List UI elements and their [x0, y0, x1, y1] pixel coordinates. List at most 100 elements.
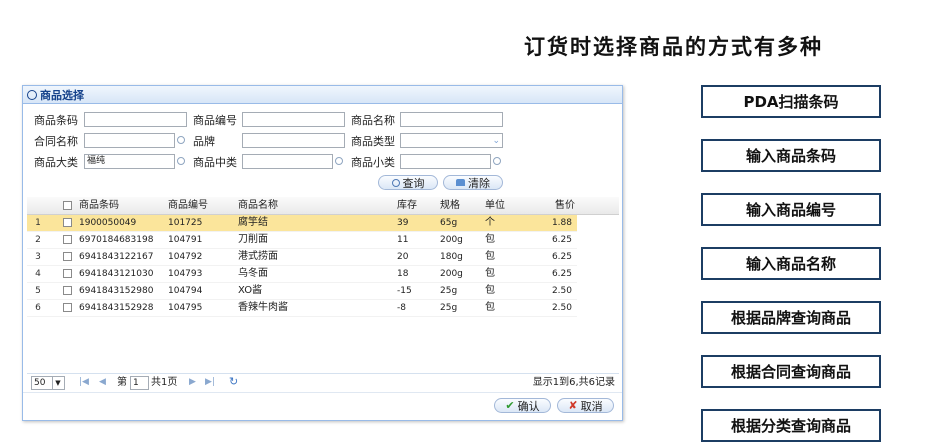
chevron-down-icon: ▼	[52, 377, 63, 389]
header-spec[interactable]: 规格	[440, 197, 460, 214]
row-checkbox[interactable]	[63, 286, 72, 295]
option-input-code: 输入商品编号	[701, 193, 881, 226]
last-page-icon[interactable]: ▶|	[205, 377, 215, 387]
refresh-icon[interactable]: ↻	[229, 375, 238, 388]
row-number: 6	[35, 303, 41, 313]
barcode-input[interactable]	[84, 112, 187, 127]
contract-input[interactable]	[84, 133, 175, 148]
row-checkbox[interactable]	[63, 218, 72, 227]
minor-category-input[interactable]	[400, 154, 491, 169]
contract-label: 合同名称	[34, 135, 78, 148]
select-all-checkbox[interactable]	[63, 201, 72, 210]
major-category-label: 商品大类	[34, 156, 78, 169]
cell-code: 104794	[168, 286, 203, 296]
search-button-label: 查询	[402, 176, 425, 190]
header-barcode[interactable]: 商品条码	[79, 197, 119, 214]
cancel-button[interactable]: ✘ 取消	[557, 398, 614, 413]
minor-category-search-icon[interactable]	[493, 157, 501, 165]
table-row[interactable]: 6 6941843152928 104795 香辣牛肉酱 -8 25g 包 2.…	[27, 300, 577, 317]
page-prefix: 第	[117, 377, 127, 388]
cell-code: 104795	[168, 303, 203, 313]
table-row[interactable]: 1 1900050049 101725 腐竽结 39 65g 个 1.88	[27, 215, 577, 232]
cell-stock: 39	[397, 218, 409, 228]
code-input[interactable]	[242, 112, 345, 127]
option-by-category: 根据分类查询商品	[701, 409, 881, 442]
middle-category-search-icon[interactable]	[335, 157, 343, 165]
check-icon: ✔	[505, 399, 515, 412]
cell-spec: 25g	[440, 286, 458, 296]
row-checkbox[interactable]	[63, 303, 72, 312]
page-size-select[interactable]: 50 ▼	[31, 376, 65, 390]
first-page-icon[interactable]: |◀	[79, 377, 89, 387]
brand-input[interactable]	[242, 133, 345, 148]
cell-stock: -8	[397, 303, 406, 313]
row-checkbox[interactable]	[63, 252, 72, 261]
header-unit[interactable]: 单位	[485, 197, 505, 214]
contract-search-icon[interactable]	[177, 136, 185, 144]
page-number-input[interactable]: 1	[130, 376, 149, 390]
cell-stock: 18	[397, 269, 409, 279]
cell-price: 1.88	[551, 218, 572, 228]
table-row[interactable]: 3 6941843122167 104792 港式捞面 20 180g 包 6.…	[27, 249, 577, 266]
header-name[interactable]: 商品名称	[238, 197, 278, 214]
product-grid: 商品条码 商品编号 商品名称 库存 规格 单位 售价 1 1900050049 …	[27, 197, 619, 369]
row-checkbox[interactable]	[63, 235, 72, 244]
confirm-button[interactable]: ✔ 确认	[494, 398, 551, 413]
product-select-dialog: 商品选择 商品条码 商品编号 商品名称 合同名称 品牌 商品类型 ⌄ 商品大类 …	[22, 85, 623, 421]
clear-button[interactable]: 清除	[443, 175, 503, 190]
close-icon: ✘	[568, 399, 578, 412]
dialog-footer: ✔ 确认 ✘ 取消	[23, 392, 622, 421]
grid-header: 商品条码 商品编号 商品名称 库存 规格 单位 售价	[27, 197, 619, 215]
cell-spec: 180g	[440, 252, 463, 262]
major-category-input[interactable]: 福纯	[84, 154, 175, 169]
cell-code: 104792	[168, 252, 203, 262]
search-form: 商品条码 商品编号 商品名称 合同名称 品牌 商品类型 ⌄ 商品大类 福纯 商品…	[23, 104, 622, 196]
cell-barcode: 6941843152928	[79, 303, 154, 313]
cell-name: 乌冬面	[238, 268, 268, 279]
cell-unit: 包	[485, 285, 495, 296]
header-stock[interactable]: 库存	[397, 197, 417, 214]
cell-spec: 200g	[440, 269, 463, 279]
cell-stock: 11	[397, 235, 409, 245]
record-summary: 显示1到6,共6记录	[532, 377, 615, 388]
next-page-icon[interactable]: ▶	[189, 377, 196, 387]
clear-button-label: 清除	[468, 176, 490, 190]
dialog-title: 商品选择	[40, 88, 84, 102]
cell-price: 6.25	[551, 235, 572, 245]
header-price[interactable]: 售价	[555, 197, 575, 214]
option-input-name: 输入商品名称	[701, 247, 881, 280]
cell-stock: -15	[397, 286, 412, 296]
search-icon	[27, 89, 37, 100]
page-size-value: 50	[34, 378, 46, 388]
row-number: 1	[35, 218, 41, 228]
cell-unit: 包	[485, 234, 495, 245]
confirm-button-label: 确认	[517, 399, 540, 413]
header-code[interactable]: 商品编号	[168, 197, 208, 214]
table-row[interactable]: 4 6941843121030 104793 乌冬面 18 200g 包 6.2…	[27, 266, 577, 283]
table-row[interactable]: 2 6970184683198 104791 刀削面 11 200g 包 6.2…	[27, 232, 577, 249]
minor-category-label: 商品小类	[351, 156, 395, 169]
table-row[interactable]: 5 6941843152980 104794 XO酱 -15 25g 包 2.5…	[27, 283, 577, 300]
row-number: 3	[35, 252, 41, 262]
cell-price: 6.25	[551, 269, 572, 279]
page-total: 共1页	[151, 377, 178, 388]
search-button[interactable]: 查询	[378, 175, 438, 190]
prev-page-icon[interactable]: ◀	[99, 377, 106, 387]
name-label: 商品名称	[351, 114, 395, 127]
cell-spec: 25g	[440, 303, 458, 313]
row-checkbox[interactable]	[63, 269, 72, 278]
dialog-header: 商品选择	[23, 86, 622, 104]
cell-name: XO酱	[238, 285, 263, 296]
cell-unit: 个	[485, 217, 495, 228]
major-category-search-icon[interactable]	[177, 157, 185, 165]
search-icon	[391, 178, 400, 187]
name-input[interactable]	[400, 112, 503, 127]
chevron-down-icon: ⌄	[492, 136, 500, 146]
page-headline: 订货时选择商品的方式有多种	[524, 35, 823, 59]
broom-icon	[456, 179, 465, 186]
middle-category-input[interactable]	[242, 154, 333, 169]
cell-barcode: 6941843121030	[79, 269, 154, 279]
cell-name: 刀削面	[238, 234, 268, 245]
barcode-label: 商品条码	[34, 114, 78, 127]
type-select[interactable]: ⌄	[400, 133, 503, 148]
